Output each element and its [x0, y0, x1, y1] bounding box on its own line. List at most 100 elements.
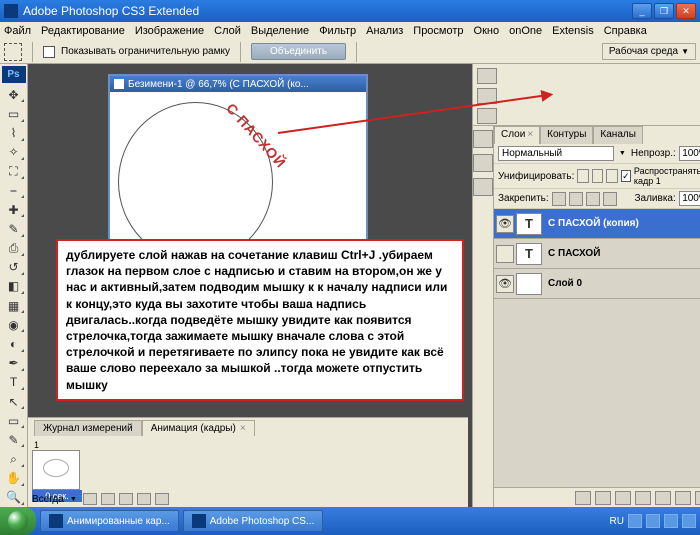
boundbox-checkbox[interactable] [43, 46, 55, 58]
tab-paths[interactable]: Контуры [540, 126, 593, 144]
lock-all-icon[interactable] [603, 192, 617, 206]
visibility-toggle[interactable]: 👁 [496, 275, 514, 293]
tray-icon[interactable] [682, 514, 696, 528]
visibility-toggle[interactable]: 👁 [496, 215, 514, 233]
workspace-menu[interactable]: Рабочая среда▼ [602, 43, 696, 60]
shape-tool[interactable]: ▭ [3, 412, 25, 429]
tab-layers[interactable]: Слои× [494, 126, 540, 144]
tab-measurement-log[interactable]: Журнал измерений [34, 420, 142, 436]
play-button[interactable] [119, 493, 133, 505]
eyedropper-tool[interactable]: ⌕ [3, 450, 25, 467]
lock-pixels-icon[interactable] [569, 192, 583, 206]
info-icon[interactable] [477, 108, 497, 124]
first-frame-button[interactable] [83, 493, 97, 505]
menu-extensis[interactable]: Extensis [552, 25, 594, 37]
menu-view[interactable]: Просмотр [413, 25, 463, 37]
menu-file[interactable]: Файл [4, 25, 31, 37]
blend-mode-select[interactable]: Нормальный [498, 146, 614, 161]
lock-label: Закрепить: [498, 193, 549, 204]
maximize-button[interactable]: ❐ [654, 3, 674, 19]
link-layers-icon[interactable] [575, 491, 591, 505]
layer-name[interactable]: С ПАСХОЙ (копия) [544, 218, 700, 229]
unify-style-icon[interactable] [606, 169, 618, 183]
propagate-checkbox[interactable]: ✓ [621, 170, 631, 182]
layer-style-icon[interactable] [595, 491, 611, 505]
document-title: Безимени-1 @ 66,7% (С ПАСХОЙ (ко... [128, 79, 309, 90]
minimize-button[interactable]: _ [632, 3, 652, 19]
last-frame-button[interactable] [155, 493, 169, 505]
windows-taskbar: Анимированные кар... Adobe Photoshop CS.… [0, 507, 700, 535]
menu-filter[interactable]: Фильтр [319, 25, 356, 37]
close-button[interactable]: ✕ [676, 3, 696, 19]
next-frame-button[interactable] [137, 493, 151, 505]
fill-label: Заливка: [634, 193, 675, 204]
tray-icon[interactable] [664, 514, 678, 528]
eraser-tool[interactable]: ◧ [3, 278, 25, 295]
brush-tool[interactable]: ✎ [3, 220, 25, 237]
navigator-icon[interactable] [477, 68, 497, 84]
menu-help[interactable]: Справка [604, 25, 647, 37]
document-canvas[interactable]: С ПАСХОЙ [110, 92, 366, 247]
notes-tool[interactable]: ✎ [3, 431, 25, 448]
tab-animation-frames[interactable]: Анимация (кадры)× [142, 420, 255, 436]
color-icon[interactable] [473, 130, 493, 148]
tray-icon[interactable] [646, 514, 660, 528]
fill-input[interactable]: 100% [679, 191, 700, 206]
slice-tool[interactable]: ⎯ [3, 182, 25, 199]
prev-frame-button[interactable] [101, 493, 115, 505]
path-tool[interactable]: ↖ [3, 393, 25, 410]
layer-name[interactable]: С ПАСХОЙ [544, 248, 700, 259]
opacity-input[interactable]: 100% [679, 146, 700, 161]
menu-window[interactable]: Окно [474, 25, 500, 37]
lasso-tool[interactable]: ⌇ [3, 125, 25, 142]
menu-image[interactable]: Изображение [135, 25, 204, 37]
menu-select[interactable]: Выделение [251, 25, 309, 37]
stamp-tool[interactable]: ⎙ [3, 240, 25, 257]
swatches-icon[interactable] [473, 154, 493, 172]
gradient-tool[interactable]: ▦ [3, 297, 25, 314]
taskbar-button[interactable]: Adobe Photoshop CS... [183, 510, 324, 532]
lock-trans-icon[interactable] [552, 192, 566, 206]
zoom-tool[interactable]: 🔍 [3, 489, 25, 506]
history-brush-tool[interactable]: ↺ [3, 259, 25, 276]
delete-layer-icon[interactable] [695, 491, 700, 505]
crop-tool[interactable]: ⛶ [3, 163, 25, 180]
layer-mask-icon[interactable] [615, 491, 631, 505]
frame-thumb[interactable] [32, 450, 80, 490]
styles-icon[interactable] [473, 178, 493, 196]
menu-edit[interactable]: Редактирование [41, 25, 125, 37]
tab-channels[interactable]: Каналы [593, 126, 643, 144]
menu-onone[interactable]: onOne [509, 25, 542, 37]
type-tool[interactable]: T [3, 374, 25, 391]
layer-name[interactable]: Слой 0 [544, 278, 700, 289]
combine-button[interactable]: Объединить [251, 43, 346, 60]
document-window[interactable]: Безимени-1 @ 66,7% (С ПАСХОЙ (ко... С ПА… [108, 74, 368, 249]
wand-tool[interactable]: ✧ [3, 144, 25, 161]
blur-tool[interactable]: ◉ [3, 316, 25, 333]
boundbox-label: Показывать ограничительную рамку [61, 46, 230, 57]
hand-tool[interactable]: ✋ [3, 470, 25, 487]
unify-pos-icon[interactable] [577, 169, 589, 183]
tray-icon[interactable] [628, 514, 642, 528]
menu-analysis[interactable]: Анализ [366, 25, 403, 37]
new-layer-icon[interactable] [675, 491, 691, 505]
dodge-tool[interactable]: ◐ [3, 335, 25, 352]
visibility-toggle[interactable] [496, 245, 514, 263]
unify-vis-icon[interactable] [592, 169, 604, 183]
loop-select[interactable]: Всегда [32, 494, 64, 505]
current-tool-icon[interactable] [4, 43, 22, 61]
document-titlebar[interactable]: Безимени-1 @ 66,7% (С ПАСХОЙ (ко... [110, 76, 366, 92]
marquee-tool[interactable]: ▭ [3, 105, 25, 122]
lock-pos-icon[interactable] [586, 192, 600, 206]
layer-row[interactable]: 👁 T С ПАСХОЙ (копия) [494, 209, 700, 239]
start-button[interactable] [0, 507, 36, 535]
pen-tool[interactable]: ✒ [3, 355, 25, 372]
adjustment-layer-icon[interactable] [635, 491, 651, 505]
layer-row[interactable]: T С ПАСХОЙ [494, 239, 700, 269]
new-group-icon[interactable] [655, 491, 671, 505]
menu-layer[interactable]: Слой [214, 25, 241, 37]
heal-tool[interactable]: ✚ [3, 201, 25, 218]
move-tool[interactable]: ✥ [3, 86, 25, 103]
layer-row[interactable]: 👁 Слой 0 [494, 269, 700, 299]
taskbar-button[interactable]: Анимированные кар... [40, 510, 179, 532]
